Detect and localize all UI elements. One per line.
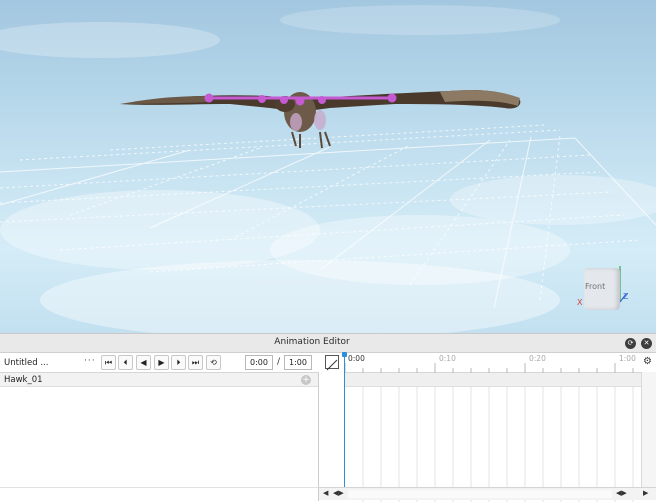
- time-separator: /: [277, 357, 281, 367]
- track-label: Hawk_01: [4, 375, 43, 385]
- scroll-left-icon[interactable]: ◀: [323, 489, 328, 497]
- add-track-icon[interactable]: +: [301, 375, 311, 385]
- loop-icon[interactable]: ⟲: [206, 355, 221, 370]
- playhead-line[interactable]: [344, 353, 345, 487]
- play-icon[interactable]: ▶: [154, 355, 169, 370]
- timeline-grid: [362, 387, 634, 502]
- viewport-scene: [0, 5, 656, 333]
- animation-editor-panel: Animation Editor ⟳ ✕ Untitled ... ··· ⏮ …: [0, 333, 656, 502]
- playhead-handle[interactable]: [342, 352, 347, 357]
- next-keyframe-icon[interactable]: ⏵: [171, 355, 186, 370]
- scroll-right-icon[interactable]: ▶: [643, 489, 648, 497]
- curve-editor-toggle-icon[interactable]: [325, 355, 339, 371]
- track-list-footer: [0, 487, 319, 500]
- timeline-settings-icon[interactable]: ⚙: [643, 356, 652, 367]
- zoom-handle-right-icon[interactable]: ◀▶: [616, 489, 627, 497]
- ruler-ticks: [344, 363, 634, 373]
- timeline-area[interactable]: 0:00 0:10 0:20 1:00 ⚙: [320, 353, 656, 502]
- keyframe-row[interactable]: [344, 373, 642, 387]
- zoom-handle-left-icon[interactable]: ◀▶: [333, 489, 344, 497]
- track-row[interactable]: Hawk_01 +: [0, 373, 318, 387]
- close-icon[interactable]: ✕: [641, 338, 652, 349]
- timeline-ruler[interactable]: 0:00 0:10 0:20 1:00: [344, 353, 642, 373]
- viewport-3d[interactable]: Front X Z: [0, 0, 656, 333]
- scroll-track[interactable]: [348, 490, 612, 498]
- more-options-button[interactable]: ···: [84, 356, 96, 366]
- timeline-horizontal-scrollbar[interactable]: ◀ ◀▶ ◀▶ ▶: [319, 487, 656, 500]
- axis-z-label: Z: [623, 292, 629, 301]
- vertical-scrollbar[interactable]: [641, 372, 656, 487]
- restore-icon[interactable]: ⟳: [625, 338, 636, 349]
- total-time-field[interactable]: 1:00: [284, 355, 312, 370]
- view-cube[interactable]: Front X Z: [574, 262, 636, 310]
- editor-title-bar: Animation Editor ⟳ ✕: [0, 334, 656, 353]
- view-cube-label: Front: [585, 282, 606, 291]
- previous-keyframe-icon[interactable]: ⏴: [118, 355, 133, 370]
- axis-x-label: X: [577, 298, 583, 307]
- animation-name[interactable]: Untitled ...: [4, 358, 48, 368]
- current-time-field[interactable]: 0:00: [245, 355, 273, 370]
- editor-title: Animation Editor: [274, 337, 350, 347]
- skip-to-end-icon[interactable]: ⏭: [188, 355, 203, 370]
- play-reverse-icon[interactable]: ◀: [136, 355, 151, 370]
- skip-to-start-icon[interactable]: ⏮: [101, 355, 116, 370]
- playback-toolbar: Untitled ... ··· ⏮ ⏴ ◀ ▶ ⏵ ⏭ ⟲ 0:00 / 1:…: [0, 353, 319, 373]
- track-list: Hawk_01 +: [0, 373, 319, 501]
- curve-icon: [326, 359, 338, 371]
